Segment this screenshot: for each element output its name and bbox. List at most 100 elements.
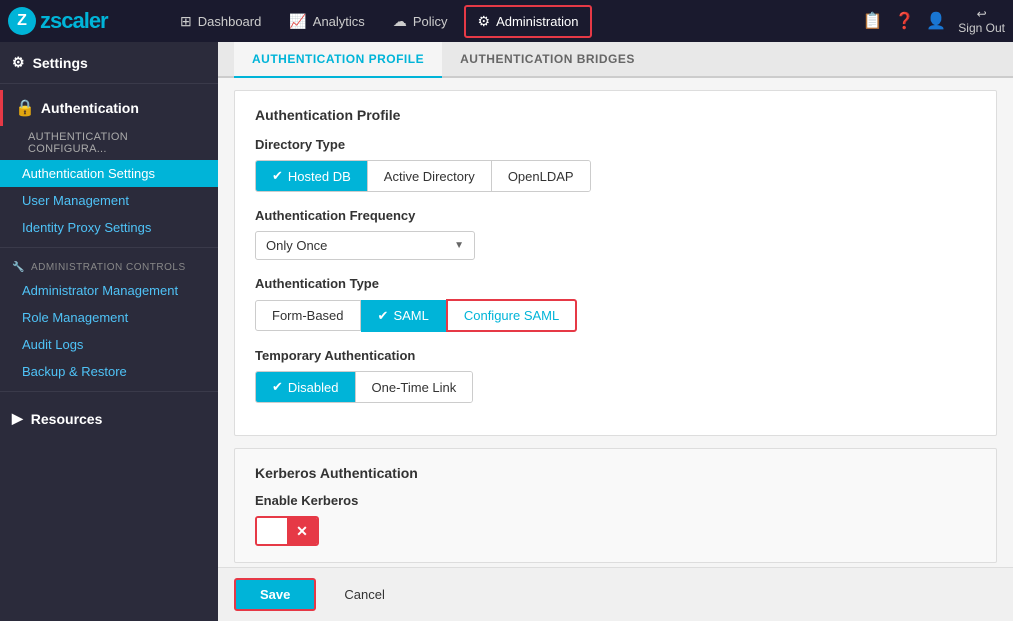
settings-label: Settings: [33, 55, 88, 71]
admin-controls-icon: 🔧: [12, 262, 25, 273]
identity-proxy-label: Identity Proxy Settings: [22, 220, 151, 235]
directory-type-group: Directory Type ✔ Hosted DB Active Direct…: [255, 137, 976, 192]
auth-config-label: AUTHENTICATION CONFIGURA...: [28, 131, 128, 155]
sidebar-item-administrator-mgmt[interactable]: Administrator Management: [0, 277, 218, 304]
kerberos-section-title: Kerberos Authentication: [255, 465, 976, 481]
disabled-check-icon: ✔: [272, 379, 283, 395]
btn-active-directory[interactable]: Active Directory: [368, 161, 492, 191]
btn-one-time-link[interactable]: One-Time Link: [356, 372, 473, 402]
btn-saml[interactable]: ✔ SAML: [361, 300, 446, 332]
auth-type-group: Authentication Type Form-Based ✔ SAML Co…: [255, 276, 976, 332]
sidebar-item-auth-settings[interactable]: Authentication Settings: [0, 160, 218, 187]
audit-logs-label: Audit Logs: [22, 337, 83, 352]
tab-auth-profile[interactable]: AUTHENTICATION PROFILE: [234, 42, 442, 78]
nav-label-analytics: Analytics: [313, 14, 365, 29]
authentication-label: Authentication: [41, 100, 139, 116]
tabs-bar: AUTHENTICATION PROFILE AUTHENTICATION BR…: [218, 42, 1013, 78]
sidebar: ⚙ Settings 🔒 Authentication AUTHENTICATI…: [0, 42, 218, 621]
saml-label: SAML: [393, 308, 428, 323]
btn-openldap[interactable]: OpenLDAP: [492, 161, 590, 191]
toggle-x-button[interactable]: ✕: [287, 518, 317, 544]
signout-label: Sign Out: [958, 21, 1005, 35]
toggle-x-icon: ✕: [296, 523, 308, 540]
btn-configure-saml[interactable]: Configure SAML: [446, 299, 577, 332]
enable-kerberos-label: Enable Kerberos: [255, 493, 976, 508]
auth-settings-label: Authentication Settings: [22, 166, 155, 181]
settings-icon: ⚙: [12, 54, 25, 71]
nav-label-dashboard: Dashboard: [198, 14, 262, 29]
logo-z-icon: Z: [8, 7, 36, 35]
dashboard-icon: ⊞: [180, 13, 192, 30]
nav-item-analytics[interactable]: 📈 Analytics: [277, 7, 376, 36]
kerberos-section: Kerberos Authentication Enable Kerberos …: [234, 448, 997, 563]
save-button[interactable]: Save: [234, 578, 316, 611]
auth-frequency-dropdown[interactable]: Only Once ▼: [255, 231, 475, 260]
user-icon[interactable]: 👤: [926, 11, 946, 31]
temp-auth-group: Temporary Authentication ✔ Disabled One-…: [255, 348, 976, 403]
temp-auth-label: Temporary Authentication: [255, 348, 976, 363]
nav-label-policy: Policy: [413, 14, 448, 29]
dropdown-arrow-icon: ▼: [454, 240, 464, 251]
directory-type-buttons: ✔ Hosted DB Active Directory OpenLDAP: [255, 160, 591, 192]
hosted-db-check-icon: ✔: [272, 168, 283, 184]
sidebar-item-user-management[interactable]: User Management: [0, 187, 218, 214]
active-directory-label: Active Directory: [384, 169, 475, 184]
sidebar-authentication-section[interactable]: 🔒 Authentication: [0, 90, 218, 126]
nav-label-administration: Administration: [496, 14, 578, 29]
sidebar-item-auth-config[interactable]: AUTHENTICATION CONFIGURA...: [0, 126, 218, 160]
signout-button[interactable]: ↩ Sign Out: [958, 7, 1005, 35]
lock-icon: 🔒: [15, 98, 35, 118]
sidebar-item-backup-restore[interactable]: Backup & Restore: [0, 358, 218, 385]
admin-controls-label: ADMINISTRATION CONTROLS: [31, 262, 186, 273]
content-area: AUTHENTICATION PROFILE AUTHENTICATION BR…: [218, 42, 1013, 621]
auth-profile-section: Authentication Profile Directory Type ✔ …: [234, 90, 997, 436]
auth-frequency-group: Authentication Frequency Only Once ▼: [255, 208, 976, 260]
sidebar-resources-header[interactable]: ▶ Resources: [0, 398, 218, 433]
saml-check-icon: ✔: [378, 308, 389, 324]
cancel-button[interactable]: Cancel: [328, 580, 400, 609]
backup-restore-label: Backup & Restore: [22, 364, 127, 379]
toggle-off-area[interactable]: [257, 518, 287, 544]
btn-disabled[interactable]: ✔ Disabled: [256, 372, 356, 402]
sidebar-item-identity-proxy[interactable]: Identity Proxy Settings: [0, 214, 218, 241]
disabled-label: Disabled: [288, 380, 339, 395]
sidebar-admin-controls-header: 🔧 ADMINISTRATION CONTROLS: [0, 254, 218, 277]
configure-saml-label: Configure SAML: [464, 308, 559, 323]
sidebar-settings-header[interactable]: ⚙ Settings: [0, 42, 218, 77]
resources-expand-icon: ▶: [12, 410, 23, 427]
tab-auth-profile-label: AUTHENTICATION PROFILE: [252, 52, 424, 66]
resources-label: Resources: [31, 411, 103, 427]
btn-form-based[interactable]: Form-Based: [255, 300, 361, 331]
nav-item-dashboard[interactable]: ⊞ Dashboard: [168, 7, 273, 36]
btn-hosted-db[interactable]: ✔ Hosted DB: [256, 161, 368, 191]
analytics-icon: 📈: [289, 13, 306, 30]
main-layout: ⚙ Settings 🔒 Authentication AUTHENTICATI…: [0, 42, 1013, 621]
signout-icon: ↩: [977, 7, 987, 21]
checklist-icon[interactable]: 📋: [863, 11, 883, 31]
scroll-content: Authentication Profile Directory Type ✔ …: [218, 78, 1013, 567]
kerberos-toggle[interactable]: ✕: [255, 516, 319, 546]
nav-item-policy[interactable]: ☁ Policy: [381, 7, 460, 36]
administrator-mgmt-label: Administrator Management: [22, 283, 178, 298]
logo-text: zscaler: [40, 8, 108, 34]
sidebar-item-audit-logs[interactable]: Audit Logs: [0, 331, 218, 358]
one-time-link-label: One-Time Link: [372, 380, 457, 395]
gear-icon: ⚙: [478, 13, 491, 30]
role-mgmt-label: Role Management: [22, 310, 128, 325]
auth-type-buttons: Form-Based ✔ SAML Configure SAML: [255, 299, 976, 332]
policy-icon: ☁: [393, 13, 407, 30]
auth-profile-title: Authentication Profile: [255, 107, 976, 123]
tab-auth-bridges[interactable]: AUTHENTICATION BRIDGES: [442, 42, 653, 78]
top-navigation: Z zscaler ⊞ Dashboard 📈 Analytics ☁ Poli…: [0, 0, 1013, 42]
openldap-label: OpenLDAP: [508, 169, 574, 184]
sidebar-item-role-mgmt[interactable]: Role Management: [0, 304, 218, 331]
tab-auth-bridges-label: AUTHENTICATION BRIDGES: [460, 52, 635, 66]
nav-right-icons: 📋 ❓ 👤 ↩ Sign Out: [863, 7, 1005, 35]
temp-auth-buttons: ✔ Disabled One-Time Link: [255, 371, 473, 403]
directory-type-label: Directory Type: [255, 137, 976, 152]
hosted-db-label: Hosted DB: [288, 169, 351, 184]
auth-frequency-value: Only Once: [266, 238, 327, 253]
nav-item-administration[interactable]: ⚙ Administration: [464, 5, 593, 38]
bottom-bar: Save Cancel: [218, 567, 1013, 621]
help-icon[interactable]: ❓: [894, 11, 914, 31]
